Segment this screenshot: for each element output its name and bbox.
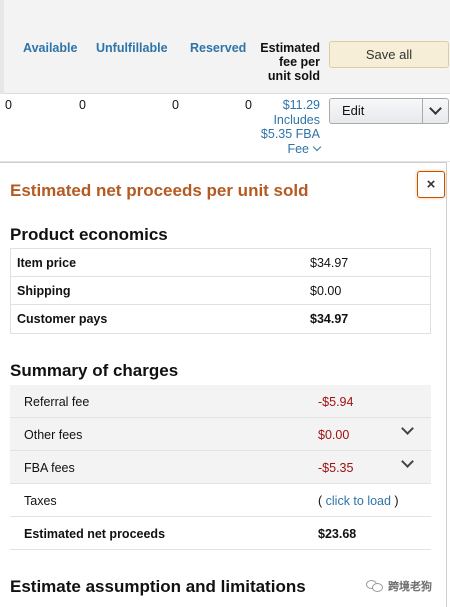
edit-split-button[interactable]: Edit — [329, 98, 449, 124]
fee-amount[interactable]: $11.29 — [248, 98, 320, 113]
chevron-down-icon[interactable] — [312, 142, 322, 151]
table-row: FBA fees -$5.35 — [10, 451, 431, 484]
table-row: Shipping $0.00 — [11, 277, 430, 305]
table-row: Taxes ( click to load ) — [10, 484, 431, 517]
column-header-estimated-fee-line3: unit sold — [267, 69, 320, 83]
taxes-value: ( click to load ) — [318, 494, 399, 508]
summary-of-charges-title: Summary of charges — [10, 361, 179, 380]
table-row: Customer pays $34.97 — [11, 305, 430, 333]
watermark-text: 跨境老狗 — [388, 581, 432, 593]
fee-label-line[interactable]: Fee — [248, 142, 322, 157]
summary-of-charges-table: Referral fee -$5.94 Other fees $0.00 FBA… — [10, 385, 431, 550]
popover-title: Estimated net proceeds per unit sold — [10, 181, 309, 200]
referral-fee-value: -$5.94 — [318, 395, 354, 409]
taxes-paren-open: ( — [318, 494, 326, 508]
referral-fee-label: Referral fee — [24, 395, 90, 409]
net-proceeds-label: Estimated net proceeds — [24, 527, 166, 541]
product-economics-title: Product economics — [10, 225, 168, 244]
shipping-value: $0.00 — [310, 284, 342, 298]
assumptions-title: Estimate assumption and limitations — [10, 577, 306, 596]
chevron-down-icon[interactable] — [401, 455, 414, 468]
customer-pays-label: Customer pays — [17, 312, 108, 326]
taxes-label: Taxes — [24, 494, 57, 508]
column-header-reserved[interactable]: Reserved — [190, 41, 246, 55]
item-price-label: Item price — [17, 256, 77, 270]
row-cell-unfulfillable: 0 — [172, 98, 179, 112]
watermark: 跨境老狗 — [366, 578, 432, 594]
table-row: Other fees $0.00 — [10, 418, 431, 451]
table-row: Item price $34.97 — [11, 249, 430, 277]
product-economics-table: Item price $34.97 Shipping $0.00 Custome… — [10, 248, 431, 334]
click-to-load-link[interactable]: click to load — [326, 494, 391, 508]
fee-label[interactable]: Fee — [287, 142, 309, 156]
fba-fees-value: -$5.35 — [318, 461, 354, 475]
item-price-value: $34.97 — [310, 256, 349, 270]
other-fees-label: Other fees — [24, 428, 83, 442]
inventory-table-header: Available Unfulfillable Reserved Estimat… — [0, 0, 450, 94]
edit-dropdown-chevron-down-icon[interactable] — [422, 99, 448, 123]
save-all-button[interactable]: Save all — [329, 41, 449, 68]
table-row: Estimated net proceeds $23.68 — [10, 517, 431, 550]
fba-fees-label: FBA fees — [24, 461, 75, 475]
column-header-estimated-fee-line2: fee per — [279, 55, 320, 69]
column-header-unfulfillable[interactable]: Unfulfillable — [96, 41, 168, 55]
chevron-down-icon[interactable] — [401, 422, 414, 435]
row-cell-available: 0 — [79, 98, 86, 112]
estimated-fee-link[interactable]: $11.29 Includes $5.35 FBA Fee — [248, 98, 322, 157]
column-header-estimated-fee-line1: Estimated — [260, 41, 320, 55]
column-header-estimated-fee: Estimated fee per unit sold — [256, 41, 320, 83]
customer-pays-value: $34.97 — [310, 312, 349, 326]
table-row: Referral fee -$5.94 — [10, 385, 431, 418]
net-proceeds-value: $23.68 — [318, 527, 357, 541]
row-cell-col0: 0 — [5, 98, 12, 112]
chat-bubbles-icon — [366, 579, 384, 593]
edit-button[interactable]: Edit — [330, 99, 422, 123]
shipping-label: Shipping — [17, 284, 71, 298]
fee-fba-amount[interactable]: $5.35 FBA — [248, 127, 320, 142]
column-divider — [0, 0, 4, 94]
other-fees-value: $0.00 — [318, 428, 350, 442]
close-button[interactable]: × — [417, 171, 445, 198]
taxes-paren-close: ) — [390, 494, 399, 508]
close-icon[interactable]: × — [418, 172, 444, 197]
fee-includes[interactable]: Includes — [248, 113, 320, 128]
column-header-available[interactable]: Available — [23, 41, 77, 55]
